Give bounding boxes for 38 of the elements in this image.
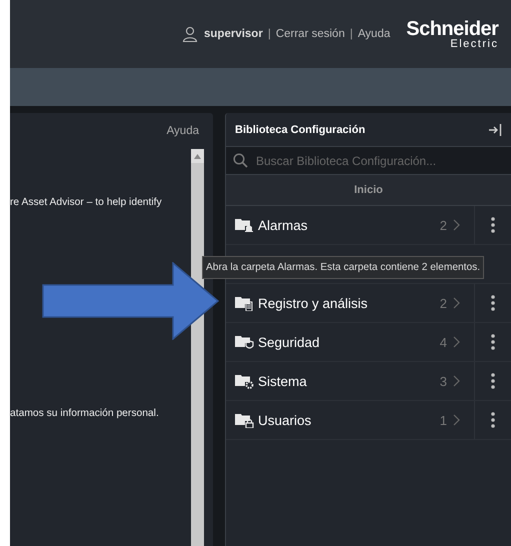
folder-item[interactable]: Sistema 3 [226,362,475,400]
folder-icon [235,373,255,389]
user-icon [182,26,198,42]
chevron-icon [453,336,460,348]
chevron-icon [453,219,460,231]
chevron-icon [453,375,460,387]
folder-item[interactable]: Registro y análisis 2 [226,284,475,322]
more-icon[interactable] [491,373,495,389]
panel-title: Biblioteca Configuración [235,124,366,136]
separator: | [350,28,353,40]
logo: Schneider Electric [406,18,498,50]
breadcrumb[interactable]: Inicio [226,175,511,206]
more-icon[interactable] [491,412,495,428]
folder-icon [235,412,255,428]
collapse-icon[interactable] [488,124,502,136]
folder-icon [235,334,255,350]
paragraph: atamos su información personal. [10,408,159,419]
search-field[interactable]: Buscar Biblioteca Configuración... [226,147,511,174]
more-icon[interactable] [491,217,495,233]
header-link[interactable]: Ayuda [358,28,390,40]
header-link[interactable]: Cerrar sesión [276,28,345,40]
search-icon [233,153,248,168]
user-name: supervisor [204,28,263,40]
chevron-icon [453,297,460,309]
help-link[interactable]: Ayuda [166,125,199,137]
tooltip: Abra la carpeta Alarmas. Esta carpeta contiene 2 elementos. [202,256,484,279]
more-icon[interactable] [491,334,495,350]
folder-icon [235,295,255,311]
folder-item[interactable]: Alarmas 2 [226,206,475,244]
chevron-icon [453,414,460,426]
separator: | [268,28,271,40]
scrollbar[interactable] [191,149,204,546]
folder-item[interactable]: Seguridad 4 [226,323,475,361]
paragraph: re Asset Advisor – to help identify [10,197,162,208]
folder-icon [235,217,255,233]
folder-item[interactable]: Usuarios 1 [226,401,475,439]
scroll-up-icon[interactable] [194,154,201,158]
more-icon[interactable] [491,295,495,311]
